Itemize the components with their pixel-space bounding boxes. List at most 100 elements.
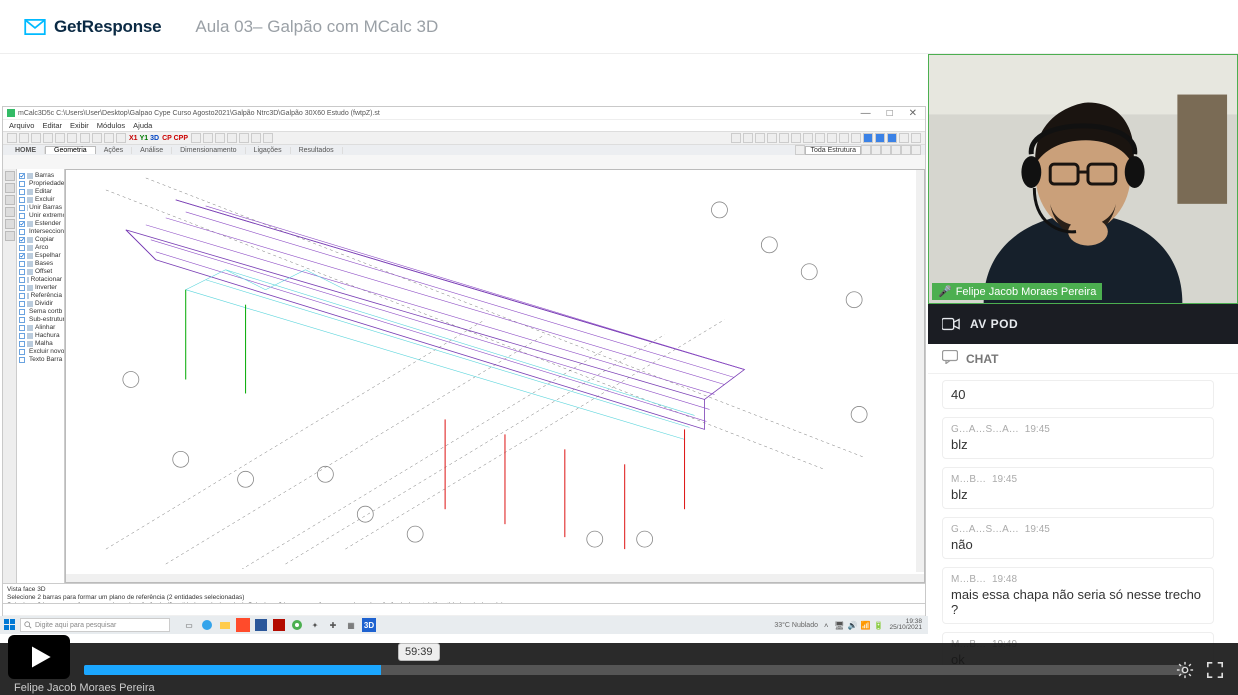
tree-item[interactable]: Unir Barras bbox=[19, 204, 62, 211]
fullscreen-icon[interactable] bbox=[1206, 661, 1224, 679]
tool-icon[interactable] bbox=[875, 133, 885, 143]
tool-icon[interactable] bbox=[251, 133, 261, 143]
tool-icon[interactable] bbox=[203, 133, 213, 143]
tree-item[interactable]: Dividir bbox=[19, 300, 62, 307]
tool-icon[interactable] bbox=[839, 133, 849, 143]
tree-item[interactable]: Rotacionar bbox=[19, 276, 62, 283]
menu-mdulos[interactable]: Módulos bbox=[97, 121, 125, 130]
checkbox-icon[interactable] bbox=[19, 333, 25, 339]
tool-icon[interactable] bbox=[803, 133, 813, 143]
side-tool-icon[interactable] bbox=[5, 183, 15, 193]
checkbox-icon[interactable] bbox=[19, 277, 25, 283]
taskbar-search[interactable]: Digite aqui para pesquisar bbox=[20, 618, 170, 632]
tool-icon[interactable] bbox=[815, 133, 825, 143]
task-view-icon[interactable]: ▭ bbox=[182, 618, 196, 632]
window-close-button[interactable]: ✕ bbox=[905, 108, 921, 119]
checkbox-icon[interactable] bbox=[19, 269, 25, 275]
app-icon[interactable]: ▦ bbox=[344, 618, 358, 632]
tab-home[interactable]: HOME bbox=[7, 147, 45, 154]
side-tool-icon[interactable] bbox=[5, 171, 15, 181]
axis-y-label[interactable]: Y1 bbox=[140, 135, 149, 142]
tool-icon[interactable] bbox=[861, 145, 871, 155]
tool-icon[interactable] bbox=[901, 145, 911, 155]
axis-3d-label[interactable]: 3D bbox=[150, 135, 159, 142]
checkbox-icon[interactable] bbox=[19, 205, 25, 211]
tool-icon[interactable] bbox=[795, 145, 805, 155]
acrobat-icon[interactable] bbox=[272, 618, 286, 632]
tree-item[interactable]: Excluir novo bbox=[19, 348, 62, 355]
tab-geometria[interactable]: Geometria bbox=[45, 146, 96, 154]
tree-item[interactable]: Arco bbox=[19, 244, 62, 251]
tree-item[interactable]: Copiar bbox=[19, 236, 62, 243]
tree-item[interactable]: Editar bbox=[19, 188, 62, 195]
tab-analise[interactable]: Análise bbox=[132, 147, 172, 154]
tool-icon[interactable] bbox=[891, 145, 901, 155]
tab-acoes[interactable]: Ações bbox=[96, 147, 132, 154]
checkbox-icon[interactable] bbox=[19, 181, 25, 187]
checkbox-icon[interactable] bbox=[19, 173, 25, 179]
clock[interactable]: 19:38 25/10/2021 bbox=[889, 619, 922, 632]
tray-icon[interactable]: 🔊 bbox=[848, 621, 858, 630]
tool-icon[interactable] bbox=[191, 133, 201, 143]
tray-icon[interactable]: 📶 bbox=[861, 621, 871, 630]
tool-icon[interactable] bbox=[851, 133, 861, 143]
menu-editar[interactable]: Editar bbox=[42, 121, 62, 130]
checkbox-icon[interactable] bbox=[19, 301, 25, 307]
start-button[interactable] bbox=[4, 619, 16, 631]
checkbox-icon[interactable] bbox=[19, 253, 25, 259]
window-minimize-button[interactable]: — bbox=[857, 108, 875, 119]
tool-icon[interactable] bbox=[827, 133, 837, 143]
tree-item[interactable]: Bases bbox=[19, 260, 62, 267]
tool-icon[interactable] bbox=[887, 133, 897, 143]
tool-icon[interactable] bbox=[263, 133, 273, 143]
settings-icon[interactable] bbox=[1176, 661, 1194, 679]
tool-icon[interactable] bbox=[871, 145, 881, 155]
side-tool-icon[interactable] bbox=[5, 219, 15, 229]
tool-icon[interactable] bbox=[239, 133, 249, 143]
tool-icon[interactable] bbox=[31, 133, 41, 143]
tool-icon[interactable] bbox=[55, 133, 65, 143]
tree-item[interactable]: Inverter bbox=[19, 284, 62, 291]
tree-item[interactable]: Referência bbox=[19, 292, 62, 299]
tool-icon[interactable] bbox=[755, 133, 765, 143]
mcalc-taskbar-icon[interactable]: 3D bbox=[362, 618, 376, 632]
menu-arquivo[interactable]: Arquivo bbox=[9, 121, 34, 130]
avpod-header[interactable]: AV POD bbox=[928, 304, 1238, 344]
menu-exibir[interactable]: Exibir bbox=[70, 121, 89, 130]
tool-icon[interactable] bbox=[227, 133, 237, 143]
tree-item[interactable]: Interseccionar bbox=[19, 228, 62, 235]
tray-icon[interactable]: 🔋 bbox=[873, 621, 883, 630]
tool-icon[interactable] bbox=[116, 133, 126, 143]
tree-item[interactable]: Sema cortb bbox=[19, 308, 62, 315]
tree-item[interactable]: Alinhar bbox=[19, 324, 62, 331]
window-maximize-button[interactable]: □ bbox=[883, 108, 897, 119]
tree-item[interactable]: Offset bbox=[19, 268, 62, 275]
structure-dropdown[interactable]: Toda Estrutura bbox=[805, 146, 861, 155]
app-icon[interactable] bbox=[236, 618, 250, 632]
app-icon[interactable]: ✦ bbox=[308, 618, 322, 632]
app-icon[interactable]: ✚ bbox=[326, 618, 340, 632]
side-tool-icon[interactable] bbox=[5, 231, 15, 241]
side-tool-icon[interactable] bbox=[5, 207, 15, 217]
tool-icon[interactable] bbox=[743, 133, 753, 143]
cp-label[interactable]: CP CPP bbox=[162, 135, 188, 142]
tree-item[interactable]: Barras bbox=[19, 172, 62, 179]
tool-icon[interactable] bbox=[899, 133, 909, 143]
weather-widget[interactable]: 33°C Nublado bbox=[774, 622, 818, 629]
tree-item[interactable]: Excluir bbox=[19, 196, 62, 203]
checkbox-icon[interactable] bbox=[19, 189, 25, 195]
tree-item[interactable]: Estender bbox=[19, 220, 62, 227]
tool-icon[interactable] bbox=[863, 133, 873, 143]
tree-item[interactable]: Propriedades bbox=[19, 180, 62, 187]
menu-ajuda[interactable]: Ajuda bbox=[133, 121, 152, 130]
edge-icon[interactable] bbox=[200, 618, 214, 632]
checkbox-icon[interactable] bbox=[19, 349, 25, 355]
tool-icon[interactable] bbox=[104, 133, 114, 143]
tree-item[interactable]: Texto Barra bbox=[19, 356, 62, 363]
checkbox-icon[interactable] bbox=[19, 213, 25, 219]
checkbox-icon[interactable] bbox=[19, 293, 25, 299]
tray-icon[interactable]: 🖥 bbox=[834, 621, 844, 630]
tool-icon[interactable] bbox=[19, 133, 29, 143]
checkbox-icon[interactable] bbox=[19, 197, 25, 203]
checkbox-icon[interactable] bbox=[19, 221, 25, 227]
